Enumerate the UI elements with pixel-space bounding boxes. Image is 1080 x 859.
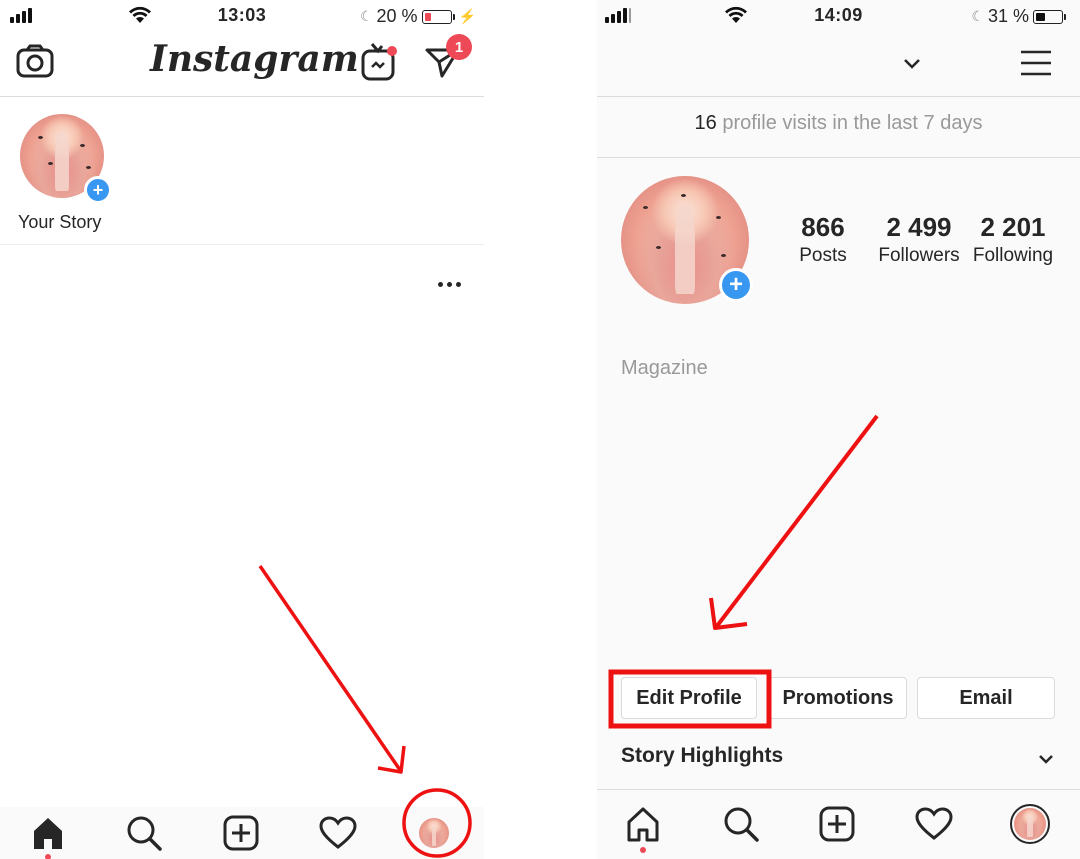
battery-icon	[421, 9, 452, 24]
home-icon	[34, 818, 62, 849]
following-count: 2 201	[980, 212, 1046, 242]
visits-text: profile visits in the last 7 days	[722, 112, 983, 134]
chevron-down-icon	[904, 59, 920, 69]
igtv-button[interactable]	[360, 42, 398, 82]
left-screen: 13:03 ☾ 20 % ⚡ Instagram 1 + Your Story	[0, 0, 484, 859]
edit-profile-button[interactable]: Edit Profile	[621, 677, 757, 719]
moon-icon: ☾	[971, 8, 984, 24]
menu-button[interactable]	[1019, 48, 1053, 78]
posts-count: 866	[801, 212, 845, 242]
nav-search[interactable]	[721, 804, 761, 844]
visits-divider	[597, 157, 1080, 158]
stories-divider	[0, 244, 484, 245]
battery-percent: 20 %	[376, 6, 418, 26]
nav-activity[interactable]	[318, 813, 358, 853]
add-post-icon	[223, 815, 259, 851]
nav-add-post[interactable]	[817, 804, 857, 844]
heart-icon	[915, 807, 953, 840]
story-highlights-label: Story Highlights	[621, 744, 784, 767]
camera-button[interactable]	[16, 44, 54, 78]
right-screen: 14:09 ☾ 31 % 16 profile visits in the la…	[597, 0, 1080, 859]
promotions-button[interactable]: Promotions	[769, 677, 907, 719]
chevron-down-icon	[1039, 755, 1053, 764]
post-options-button[interactable]	[438, 282, 464, 290]
add-story-icon[interactable]: +	[84, 176, 112, 204]
heart-icon	[319, 816, 357, 849]
home-outline-icon	[627, 807, 659, 842]
profile-visits-banner[interactable]: 16 profile visits in the last 7 days	[597, 112, 1080, 135]
header-divider	[0, 96, 484, 97]
stat-followers[interactable]: 2 499 Followers	[872, 212, 966, 267]
email-button[interactable]: Email	[917, 677, 1055, 719]
notification-count: 1	[454, 38, 464, 56]
followers-label: Followers	[878, 245, 960, 266]
search-icon	[724, 807, 759, 842]
battery-indicator: ☾ 20 % ⚡	[360, 6, 476, 27]
hamburger-menu-icon	[1021, 50, 1051, 76]
instagram-logo: Instagram	[150, 38, 359, 80]
notification-badge: 1	[446, 34, 472, 60]
stat-following[interactable]: 2 201 Following	[969, 212, 1057, 267]
bottom-nav	[597, 789, 1080, 859]
account-switcher-button[interactable]	[900, 54, 924, 74]
profile-bio: Magazine	[621, 357, 708, 379]
search-icon	[127, 816, 162, 851]
battery-percent: 31 %	[987, 6, 1029, 26]
visits-count: 16	[694, 112, 717, 134]
nav-home[interactable]	[623, 804, 663, 853]
add-story-icon[interactable]: +	[719, 268, 753, 302]
your-story-label: Your Story	[18, 212, 102, 232]
camera-icon	[16, 44, 54, 78]
battery-icon	[1033, 9, 1063, 24]
following-label: Following	[972, 245, 1054, 266]
bottom-nav	[0, 807, 484, 859]
nav-search[interactable]	[124, 813, 164, 853]
story-highlights-header[interactable]: Story Highlights	[621, 744, 1056, 776]
battery-indicator: ☾ 31 %	[971, 6, 1066, 27]
status-bar: 13:03 ☾ 20 % ⚡	[0, 0, 484, 32]
status-bar: 14:09 ☾ 31 %	[597, 0, 1080, 32]
profile-avatar-small	[1014, 808, 1046, 840]
header-divider	[597, 96, 1080, 97]
nav-home[interactable]	[28, 813, 68, 859]
nav-profile[interactable]	[414, 813, 454, 853]
moon-icon: ☾	[359, 8, 373, 24]
nav-activity[interactable]	[914, 804, 954, 844]
add-post-icon	[819, 806, 855, 842]
stat-posts[interactable]: 866 Posts	[783, 212, 863, 267]
posts-label: Posts	[799, 245, 847, 266]
profile-avatar-small	[419, 818, 449, 848]
nav-add-post[interactable]	[221, 813, 261, 853]
followers-count: 2 499	[886, 212, 952, 242]
nav-profile[interactable]	[1010, 804, 1050, 844]
charging-icon: ⚡	[458, 8, 476, 24]
igtv-icon	[361, 43, 397, 81]
